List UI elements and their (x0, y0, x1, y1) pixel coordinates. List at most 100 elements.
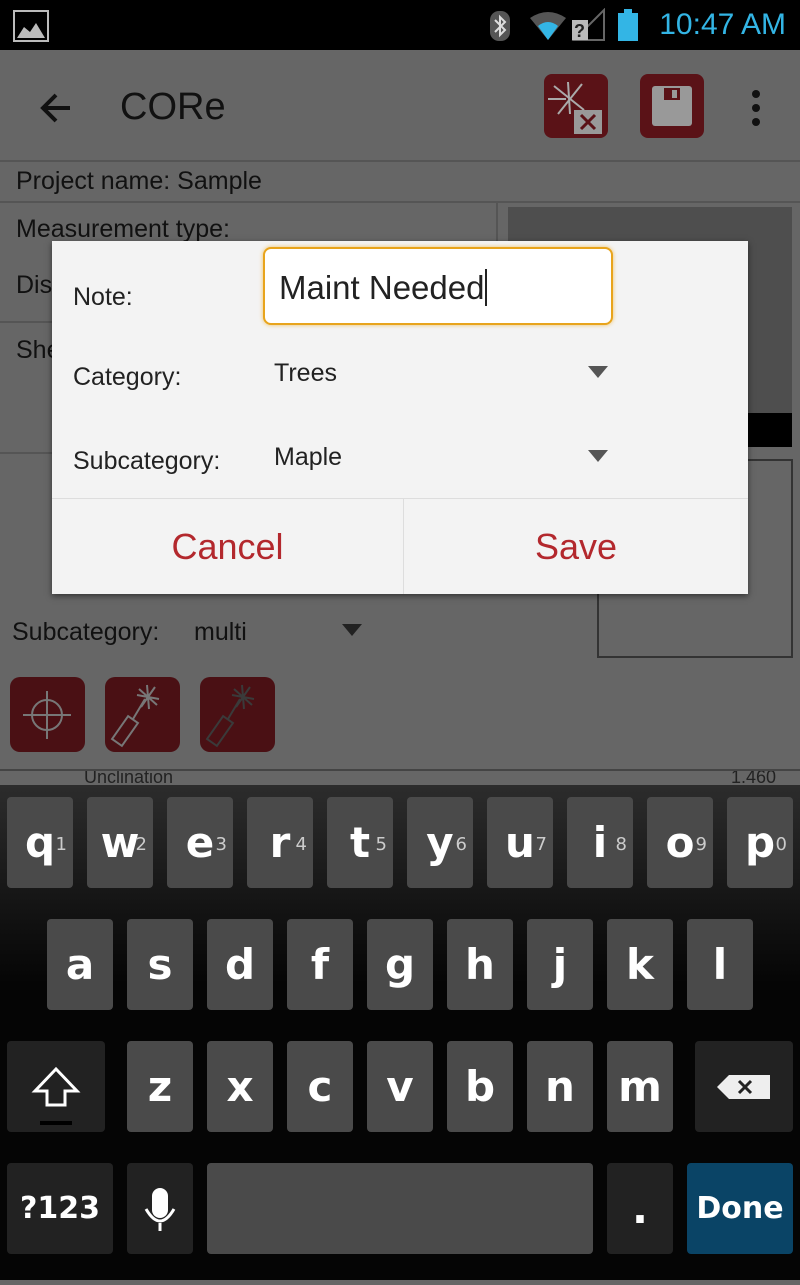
key-label: o (665, 818, 695, 867)
symbols-key[interactable]: ?123 (7, 1163, 113, 1254)
save-button[interactable]: Save (404, 498, 748, 594)
laser-button[interactable] (105, 677, 180, 752)
key-hint: 2 (135, 834, 147, 855)
key-label: i (592, 818, 608, 867)
key-e[interactable]: e3 (167, 797, 233, 888)
key-label: u (505, 818, 535, 867)
laser-off-button[interactable] (200, 677, 275, 752)
key-m[interactable]: m (607, 1041, 673, 1132)
status-bar: ? 10:47 AM (0, 0, 800, 50)
key-j[interactable]: j (527, 919, 593, 1010)
key-label: e (185, 818, 215, 867)
cancel-button[interactable]: Cancel (52, 498, 404, 594)
key-z[interactable]: z (127, 1041, 193, 1132)
key-label: d (224, 940, 256, 989)
key-x[interactable]: x (207, 1041, 273, 1132)
key-r[interactable]: r4 (247, 797, 313, 888)
save-button[interactable] (640, 74, 704, 138)
key-label: x (226, 1062, 254, 1111)
chevron-down-icon (342, 624, 362, 636)
key-hint: 9 (695, 834, 707, 855)
key-g[interactable]: g (367, 919, 433, 1010)
shift-icon (31, 1066, 81, 1125)
key-q[interactable]: q1 (7, 797, 73, 888)
key-w[interactable]: w2 (87, 797, 153, 888)
note-dialog: Note: Maint Needed Category: Trees Subca… (52, 241, 748, 594)
subcategory-value: Maple (274, 443, 343, 471)
key-p[interactable]: p0 (727, 797, 793, 888)
category-value: Trees (274, 359, 337, 387)
key-hint: 1 (55, 834, 67, 855)
category-dropdown[interactable]: Trees (262, 351, 622, 401)
signal-unknown-icon: ? (571, 8, 605, 41)
key-label: b (464, 1062, 496, 1111)
key-u[interactable]: u7 (487, 797, 553, 888)
key-label: w (100, 818, 140, 867)
key-label: l (712, 940, 728, 989)
key-h[interactable]: h (447, 919, 513, 1010)
key-hint: 6 (455, 834, 467, 855)
key-label: g (384, 940, 416, 989)
key-label: p (744, 818, 776, 867)
key-hint: 4 (295, 834, 307, 855)
key-s[interactable]: s (127, 919, 193, 1010)
laser-cancel-icon (548, 81, 602, 134)
shift-key[interactable] (7, 1041, 105, 1132)
key-b[interactable]: b (447, 1041, 513, 1132)
text-cursor (485, 269, 488, 306)
image-icon (13, 10, 49, 42)
overflow-menu-icon[interactable] (748, 88, 764, 128)
voice-input-key[interactable] (127, 1163, 193, 1254)
microphone-icon (144, 1188, 176, 1231)
project-name: Project name: Sample (0, 163, 800, 203)
key-o[interactable]: o9 (647, 797, 713, 888)
results-table: Unclination 1.460 (0, 769, 800, 785)
action-bar: CORe (0, 50, 800, 162)
backspace-key[interactable] (695, 1041, 793, 1132)
subcategory-dropdown[interactable]: multi (194, 618, 247, 647)
key-label: . (632, 1184, 648, 1233)
space-key[interactable] (207, 1163, 593, 1254)
key-l[interactable]: l (687, 919, 753, 1010)
wifi-icon (530, 12, 566, 40)
table-cell: Unclination (84, 769, 174, 785)
key-y[interactable]: y6 (407, 797, 473, 888)
key-d[interactable]: d (207, 919, 273, 1010)
backspace-icon (717, 1075, 770, 1099)
key-label: k (626, 940, 654, 989)
key-label: z (147, 1062, 173, 1111)
subcategory-dropdown[interactable]: Maple (262, 435, 622, 485)
key-c[interactable]: c (287, 1041, 353, 1132)
measurement-type-label: Measurement type: (16, 215, 230, 243)
key-hint: 8 (615, 834, 627, 855)
soft-keyboard: q 1 w 2 e 3 r 4 t 5 y 6 u 7 i 8 o 9 p 0 a s d f g h j k l z x c v b n m ?123… (0, 785, 800, 1280)
done-key[interactable]: Done (687, 1163, 793, 1254)
key-label: s (147, 940, 173, 989)
key-label: h (465, 940, 495, 989)
note-label: Note: (73, 283, 133, 311)
subcategory-label: Subcategory: (73, 447, 221, 475)
laser-cancel-button[interactable] (544, 74, 608, 138)
period-key[interactable]: . (607, 1163, 673, 1254)
key-f[interactable]: f (287, 919, 353, 1010)
crosshair-icon (23, 691, 71, 739)
app-title: CORe (120, 86, 226, 128)
subcategory-label: Subcategory: (12, 618, 160, 646)
key-n[interactable]: n (527, 1041, 593, 1132)
target-button[interactable] (10, 677, 85, 752)
battery-icon (618, 9, 638, 41)
chevron-down-icon (588, 450, 608, 462)
key-hint: 0 (775, 834, 787, 855)
note-input[interactable]: Maint Needed (263, 247, 613, 325)
key-i[interactable]: i8 (567, 797, 633, 888)
key-label: ?123 (19, 1191, 101, 1226)
key-label: c (307, 1062, 333, 1111)
key-a[interactable]: a (47, 919, 113, 1010)
key-v[interactable]: v (367, 1041, 433, 1132)
key-label: y (426, 818, 454, 867)
key-label: t (349, 818, 371, 867)
key-label: f (310, 940, 330, 989)
key-t[interactable]: t5 (327, 797, 393, 888)
back-arrow-icon[interactable] (38, 90, 74, 126)
key-k[interactable]: k (607, 919, 673, 1010)
